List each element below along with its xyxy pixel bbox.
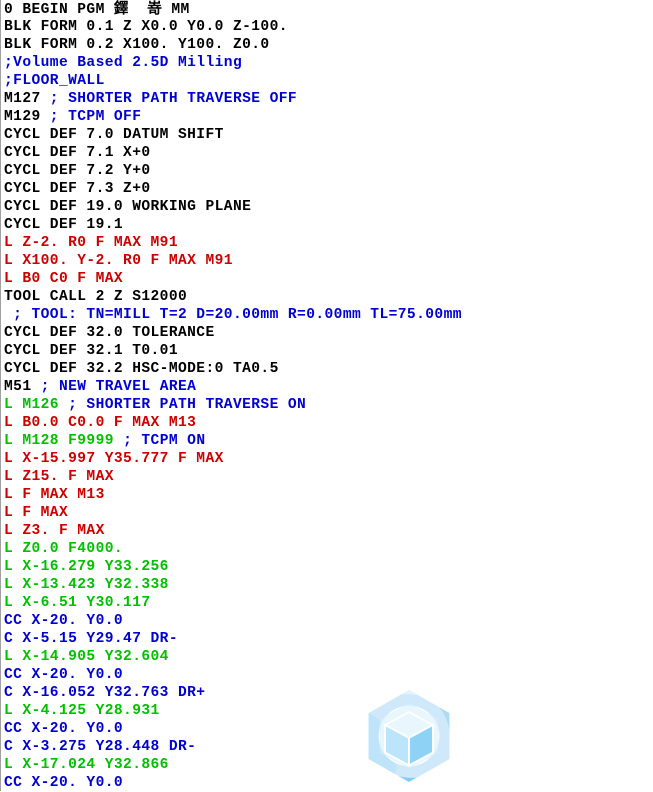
code-line[interactable]: CC X-20. Y0.0 [1,720,653,738]
code-segment: 鐸 [113,0,129,17]
code-segment: CYCL DEF 32.1 T0.01 [4,343,178,359]
code-segment: ;Volume Based 2.5D Milling [4,55,243,71]
code-line[interactable]: L X-6.51 Y30.117 [1,594,653,612]
code-line[interactable]: C X-5.15 Y29.47 DR- [1,630,653,648]
code-segment: L Z-2. R0 F MAX M91 [4,235,178,251]
code-segment: ; SHORTER PATH TRAVERSE ON [68,397,307,413]
code-segment: CC X-20. Y0.0 [4,721,124,737]
code-segment: CC X-20. Y0.0 [4,667,124,683]
code-line[interactable]: L Z-2. R0 F MAX M91 [1,234,653,252]
code-segment: CYCL DEF 7.2 Y+0 [4,163,151,179]
code-segment: 嵜 [147,0,163,17]
code-line[interactable]: BLK FORM 0.1 Z X0.0 Y0.0 Z-100. [1,18,653,36]
code-line[interactable]: ;Volume Based 2.5D Milling [1,54,653,72]
code-segment: BLK FORM 0.2 X100. Y100. Z0.0 [4,37,270,53]
code-segment: ; TCPM ON [123,433,206,449]
code-segment: L X-13.423 Y32.338 [4,577,169,593]
code-line[interactable]: CYCL DEF 7.2 Y+0 [1,162,653,180]
code-line[interactable]: L B0 C0 F MAX [1,270,653,288]
code-segment: L B0 C0 F MAX [4,271,124,287]
code-segment: L X-16.279 Y33.256 [4,559,169,575]
code-line[interactable]: 0 BEGIN PGM 鐸 嵜 MM [1,0,653,18]
code-segment: L X-6.51 Y30.117 [4,595,151,611]
code-line[interactable]: C X-16.052 Y32.763 DR+ [1,684,653,702]
code-line[interactable]: TOOL CALL 2 Z S12000 [1,288,653,306]
code-line[interactable]: CC X-20. Y0.0 [1,774,653,792]
code-line[interactable]: L Z15. F MAX [1,468,653,486]
code-segment: M129 [4,109,50,125]
code-segment: CC X-20. Y0.0 [4,775,124,791]
code-segment: L F MAX [4,505,69,521]
code-segment: L M128 F9999 [4,433,124,449]
code-segment: 0 BEGIN PGM [4,2,114,18]
code-segment: CYCL DEF 32.0 TOLERANCE [4,325,215,341]
code-segment: L B0.0 C0.0 F MAX M13 [4,415,197,431]
code-line[interactable]: CYCL DEF 19.0 WORKING PLANE [1,198,653,216]
code-segment: L Z3. F MAX [4,523,105,539]
code-segment: L X-14.905 Y32.604 [4,649,169,665]
code-line[interactable]: CC X-20. Y0.0 [1,612,653,630]
code-line[interactable]: CYCL DEF 19.1 [1,216,653,234]
code-line[interactable]: M127 ; SHORTER PATH TRAVERSE OFF [1,90,653,108]
code-segment: ; TOOL: TN=MILL T=2 D=20.00mm R=0.00mm T… [4,307,462,323]
code-segment: CYCL DEF 32.2 HSC-MODE:0 TA0.5 [4,361,279,377]
code-line[interactable]: CC X-20. Y0.0 [1,666,653,684]
code-line[interactable]: L X-4.125 Y28.931 [1,702,653,720]
code-segment: M51 [4,379,41,395]
code-line[interactable]: L M128 F9999 ; TCPM ON [1,432,653,450]
code-segment: MM [162,2,190,18]
code-line[interactable]: CYCL DEF 32.1 T0.01 [1,342,653,360]
code-line[interactable]: L F MAX M13 [1,486,653,504]
code-segment: C X-16.052 Y32.763 DR+ [4,685,206,701]
code-segment: L X-15.997 Y35.777 F MAX [4,451,224,467]
code-segment: TOOL CALL 2 Z S12000 [4,289,188,305]
code-line[interactable]: CYCL DEF 7.3 Z+0 [1,180,653,198]
code-segment: L X100. Y-2. R0 F MAX M91 [4,253,233,269]
code-segment: CYCL DEF 19.1 [4,217,124,233]
code-segment: C X-3.275 Y28.448 DR- [4,739,197,755]
code-segment: CC X-20. Y0.0 [4,613,124,629]
code-line[interactable]: CYCL DEF 32.0 TOLERANCE [1,324,653,342]
code-segment: BLK FORM 0.1 Z X0.0 Y0.0 Z-100. [4,19,288,35]
code-line[interactable]: CYCL DEF 7.1 X+0 [1,144,653,162]
code-line[interactable]: L F MAX [1,504,653,522]
code-segment: L X-4.125 Y28.931 [4,703,160,719]
code-segment: L F MAX M13 [4,487,105,503]
code-line[interactable]: CYCL DEF 7.0 DATUM SHIFT [1,126,653,144]
code-line[interactable]: ;FLOOR_WALL [1,72,653,90]
code-segment: M127 [4,91,50,107]
code-line[interactable]: L M126 ; SHORTER PATH TRAVERSE ON [1,396,653,414]
code-segment: ; SHORTER PATH TRAVERSE OFF [49,91,298,107]
code-segment: ;FLOOR_WALL [4,73,105,89]
code-segment: CYCL DEF 19.0 WORKING PLANE [4,199,252,215]
code-line[interactable]: C X-3.275 Y28.448 DR- [1,738,653,756]
code-segment: CYCL DEF 7.0 DATUM SHIFT [4,127,224,143]
code-line[interactable]: L X100. Y-2. R0 F MAX M91 [1,252,653,270]
code-line[interactable]: L Z0.0 F4000. [1,540,653,558]
code-segment: CYCL DEF 7.1 X+0 [4,145,151,161]
code-line[interactable]: CYCL DEF 32.2 HSC-MODE:0 TA0.5 [1,360,653,378]
code-line[interactable]: L X-14.905 Y32.604 [1,648,653,666]
code-segment: C X-5.15 Y29.47 DR- [4,631,178,647]
code-line[interactable]: ; TOOL: TN=MILL T=2 D=20.00mm R=0.00mm T… [1,306,653,324]
code-segment: ; TCPM OFF [49,109,142,125]
cnc-program-code-listing[interactable]: 0 BEGIN PGM 鐸 嵜 MM BLK FORM 0.1 Z X0.0 Y0… [0,0,653,791]
code-segment: L Z0.0 F4000. [4,541,124,557]
code-line[interactable]: M129 ; TCPM OFF [1,108,653,126]
code-line[interactable]: L B0.0 C0.0 F MAX M13 [1,414,653,432]
code-segment: CYCL DEF 7.3 Z+0 [4,181,151,197]
code-line[interactable]: L X-13.423 Y32.338 [1,576,653,594]
code-segment: L M126 [4,397,69,413]
code-line[interactable]: L X-15.997 Y35.777 F MAX [1,450,653,468]
code-segment: L X-17.024 Y32.866 [4,757,169,773]
code-segment: ; NEW TRAVEL AREA [40,379,197,395]
code-line[interactable]: L X-16.279 Y33.256 [1,558,653,576]
code-line[interactable]: L X-17.024 Y32.866 [1,756,653,774]
code-line[interactable]: M51 ; NEW TRAVEL AREA [1,378,653,396]
code-line[interactable]: BLK FORM 0.2 X100. Y100. Z0.0 [1,36,653,54]
code-segment: L Z15. F MAX [4,469,114,485]
code-line[interactable]: L Z3. F MAX [1,522,653,540]
